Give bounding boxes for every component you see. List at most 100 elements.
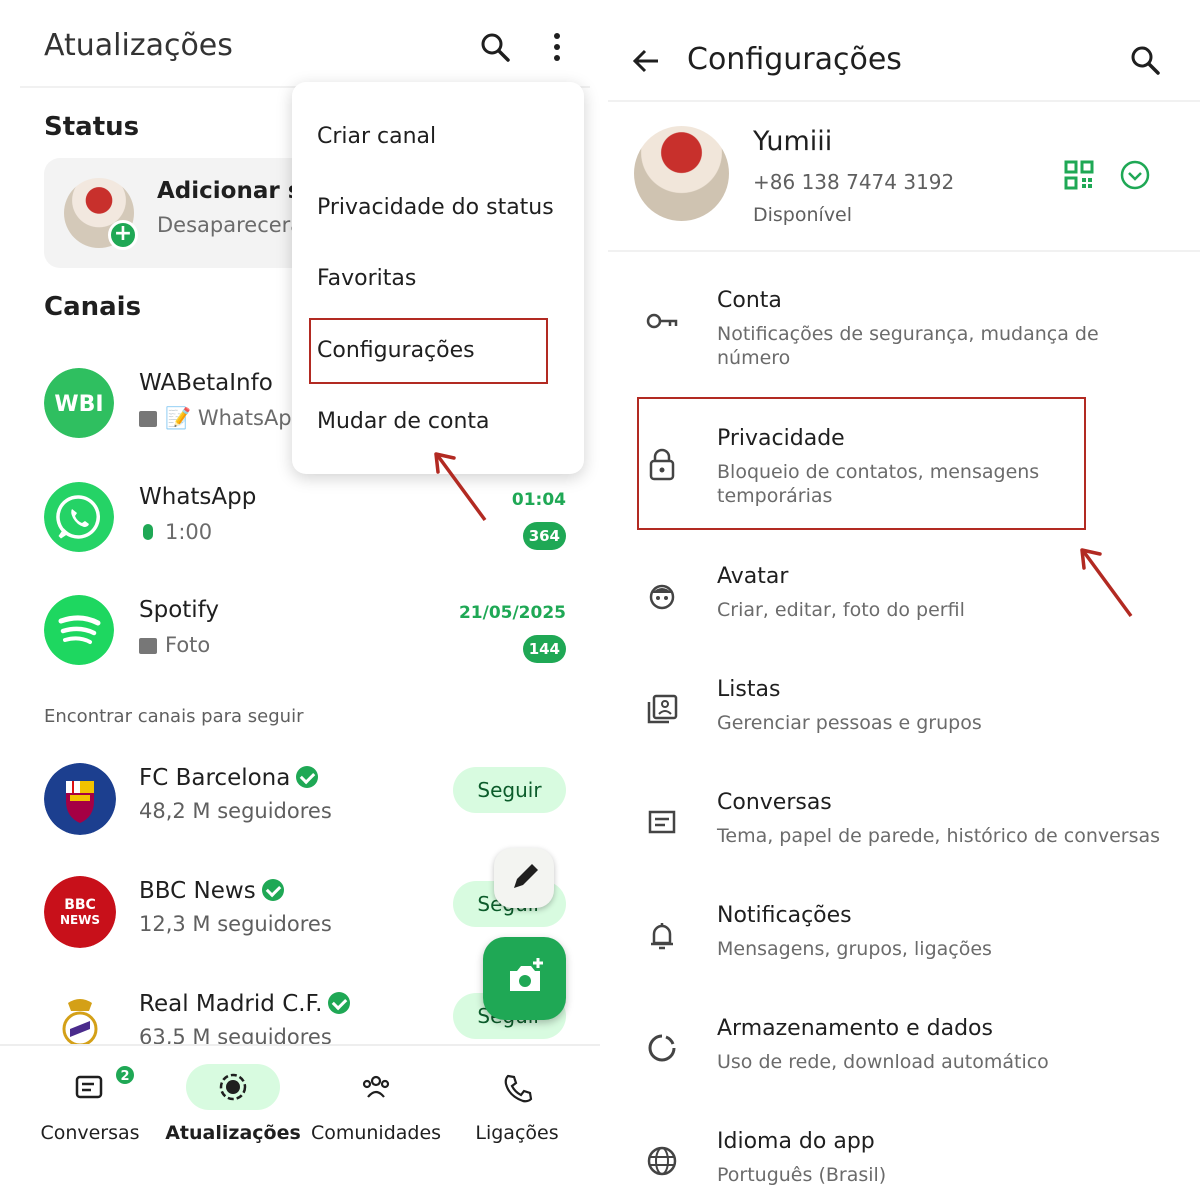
- settings-item-subtitle: Uso de rede, download automático: [717, 1051, 1049, 1073]
- highlight-box: [637, 397, 1086, 530]
- follow-button[interactable]: Seguir: [453, 767, 566, 813]
- nav-label: Atualizações: [165, 1122, 301, 1144]
- settings-item-listas[interactable]: Listas Gerenciar pessoas e grupos: [608, 677, 1200, 777]
- chat-icon: [648, 810, 676, 834]
- settings-item-title: Conversas: [717, 790, 832, 815]
- channel-preview: 📝 WhatsApp: [139, 406, 305, 431]
- settings-item-subtitle: Mensagens, grupos, ligações: [717, 938, 992, 960]
- nav-ligacoes[interactable]: Ligações: [442, 1046, 592, 1166]
- mic-icon: [143, 524, 153, 540]
- settings-item-subtitle: Notificações de segurança, mudança de nú…: [717, 323, 1099, 369]
- bell-icon: [651, 923, 673, 950]
- avatar-icon: [649, 584, 675, 610]
- settings-item-conversas[interactable]: Conversas Tema, papel de parede, históri…: [608, 790, 1200, 890]
- settings-item-subtitle: Tema, papel de parede, histórico de conv…: [717, 825, 1161, 847]
- more-options-icon[interactable]: [546, 30, 568, 64]
- back-arrow-icon[interactable]: [630, 45, 662, 77]
- settings-item-subtitle: Português (Brasil): [717, 1164, 887, 1186]
- channel-name: WABetaInfo: [139, 370, 273, 396]
- search-icon[interactable]: [478, 30, 512, 64]
- pencil-icon: [514, 864, 538, 888]
- image-icon: [139, 638, 157, 654]
- fc-barcelona-logo: [44, 763, 116, 835]
- page-title: Atualizações: [44, 28, 233, 63]
- settings-item-title: Armazenamento e dados: [717, 1016, 993, 1041]
- channel-item-spotify[interactable]: Spotify Foto 21/05/2025 144: [0, 595, 600, 695]
- nav-conversas[interactable]: 2 Conversas: [15, 1046, 165, 1166]
- news-logo-text: NEWS: [60, 913, 100, 927]
- verified-icon: [296, 766, 319, 788]
- followers-count: 12,3 M seguidores: [139, 912, 332, 936]
- qr-code-icon[interactable]: [1064, 160, 1094, 190]
- header-divider: [608, 100, 1200, 102]
- overflow-menu: Criar canal Privacidade do status Favori…: [292, 82, 584, 474]
- channel-preview: 1:00: [139, 520, 212, 544]
- channel-name: Spotify: [139, 597, 219, 623]
- unread-badge: 144: [522, 635, 566, 663]
- verified-icon: [261, 879, 284, 901]
- camera-plus-icon: [510, 958, 543, 991]
- menu-item-criar-canal[interactable]: Criar canal: [317, 124, 436, 149]
- suggested-channel-name: Real Madrid C.F.: [139, 991, 351, 1017]
- channel-preview-text: Foto: [165, 633, 211, 657]
- nav-atualizacoes[interactable]: Atualizações: [158, 1046, 308, 1166]
- page-title: Configurações: [687, 42, 902, 77]
- updates-screen: Atualizações Status + Adicionar status D…: [0, 0, 600, 1200]
- key-icon: [646, 313, 678, 329]
- channel-preview-text: 1:00: [165, 520, 213, 544]
- channel-time: 01:04: [511, 490, 566, 510]
- communities-icon: [329, 1064, 423, 1110]
- wabetainfo-avatar: WBI: [44, 368, 114, 438]
- unread-badge: 364: [522, 522, 566, 550]
- profile-phone: +86 138 7474 3192: [753, 170, 955, 194]
- highlight-box: [309, 318, 548, 384]
- lists-icon: [647, 694, 678, 724]
- nav-label: Conversas: [40, 1122, 140, 1144]
- edit-status-button[interactable]: [494, 848, 554, 908]
- channel-name: WhatsApp: [139, 484, 257, 510]
- add-icon: +: [108, 220, 138, 250]
- wabetainfo-logo-text: WBI: [54, 392, 103, 417]
- suggested-channel-barcelona: FC Barcelona 48,2 M seguidores Seguir: [0, 763, 600, 853]
- annotation-arrow-icon: [1080, 548, 1133, 618]
- settings-item-armazenamento[interactable]: Armazenamento e dados Uso de rede, downl…: [608, 1016, 1200, 1116]
- profile-status: Disponível: [753, 204, 853, 226]
- bbc-news-logo: BBC NEWS: [44, 876, 116, 948]
- status-heading: Status: [44, 112, 140, 142]
- updates-icon: [186, 1064, 280, 1110]
- globe-icon: [647, 1146, 677, 1176]
- suggested-channel-name: FC Barcelona: [139, 765, 319, 791]
- bottom-navigation: 2 Conversas Atualizações Comunidades Lig…: [0, 1044, 600, 1200]
- channel-preview: Foto: [139, 633, 210, 657]
- storage-icon: [648, 1034, 676, 1062]
- settings-item-conta[interactable]: Conta Notificações de segurança, mudança…: [608, 288, 1200, 388]
- nav-label: Comunidades: [310, 1122, 442, 1144]
- channel-time: 21/05/2025: [458, 603, 566, 623]
- settings-item-title: Notificações: [717, 903, 852, 928]
- settings-screen: Configurações Yumiii +86 138 7474 3192 D…: [608, 0, 1200, 1200]
- search-icon[interactable]: [1128, 43, 1162, 77]
- nav-label: Ligações: [475, 1122, 559, 1144]
- settings-item-notificacoes[interactable]: Notificações Mensagens, grupos, ligações: [608, 903, 1200, 1003]
- settings-item-subtitle: Gerenciar pessoas e grupos: [717, 712, 982, 734]
- settings-item-subtitle: Criar, editar, foto do perfil: [717, 599, 965, 621]
- menu-item-mudar-conta[interactable]: Mudar de conta: [317, 409, 490, 434]
- menu-item-favoritas[interactable]: Favoritas: [317, 266, 416, 291]
- phone-icon: [470, 1064, 564, 1110]
- channel-preview-text: 📝 WhatsApp: [165, 406, 305, 430]
- channel-item-whatsapp[interactable]: WhatsApp 1:00 01:04 364: [0, 482, 600, 582]
- annotation-arrow-icon: [434, 452, 487, 522]
- nav-comunidades[interactable]: Comunidades: [301, 1046, 451, 1166]
- camera-status-button[interactable]: [483, 937, 566, 1020]
- settings-item-title: Listas: [717, 677, 781, 702]
- menu-item-privacidade-status[interactable]: Privacidade do status: [317, 195, 554, 220]
- profile-divider: [608, 250, 1200, 252]
- chevron-down-icon[interactable]: [1119, 159, 1151, 191]
- settings-item-idioma[interactable]: Idioma do app Português (Brasil): [608, 1129, 1200, 1200]
- profile-avatar[interactable]: [634, 126, 729, 221]
- channels-heading: Canais: [44, 292, 142, 322]
- profile-name[interactable]: Yumiii: [753, 126, 832, 157]
- settings-item-title: Avatar: [717, 564, 789, 589]
- whatsapp-logo-icon: [44, 482, 114, 552]
- followers-count: 48,2 M seguidores: [139, 799, 332, 823]
